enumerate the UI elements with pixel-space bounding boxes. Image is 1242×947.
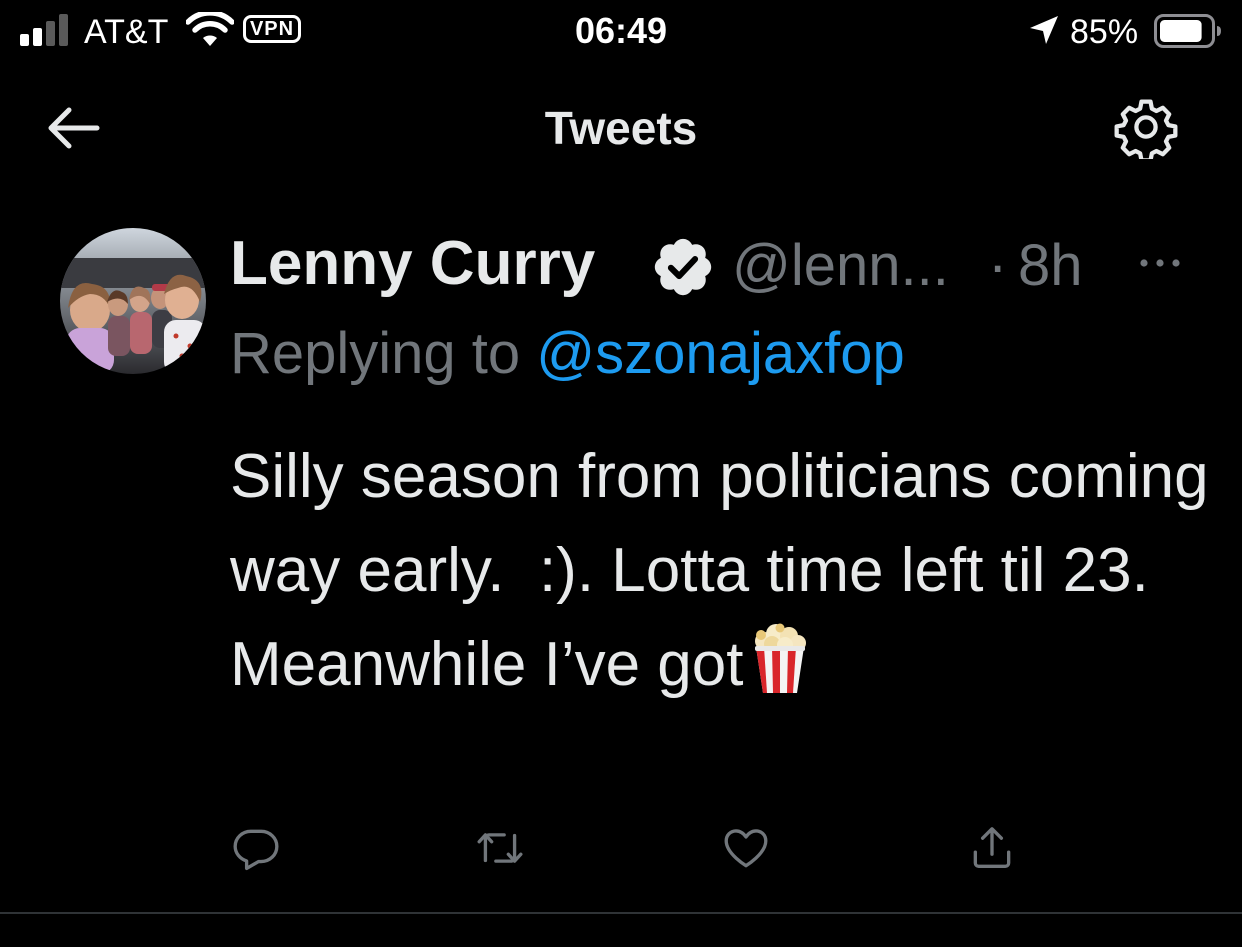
vpn-badge: VPN bbox=[243, 15, 301, 43]
gear-icon bbox=[1114, 99, 1178, 159]
reply-icon bbox=[233, 829, 279, 871]
tweet-header: Lenny Curry @lenn... · 8h bbox=[230, 224, 1220, 304]
ellipsis-icon bbox=[1140, 259, 1180, 267]
location-arrow-icon bbox=[1030, 16, 1058, 44]
share-icon bbox=[973, 827, 1011, 868]
replying-to-label: Replying to bbox=[230, 321, 521, 386]
back-button[interactable] bbox=[36, 96, 110, 160]
page-title: Tweets bbox=[544, 102, 698, 154]
avatar[interactable] bbox=[60, 228, 206, 374]
battery-percent: 85% bbox=[1070, 13, 1139, 51]
retweet-icon bbox=[477, 833, 523, 863]
nav-header: Tweets bbox=[0, 66, 1242, 190]
popcorn-emoji-icon bbox=[754, 623, 806, 693]
status-bar: AT&T VPN 06:49 85% bbox=[0, 0, 1242, 66]
carrier-name: AT&T bbox=[84, 13, 169, 51]
user-handle[interactable]: @lenn... bbox=[732, 230, 949, 302]
reply-button[interactable] bbox=[216, 808, 296, 888]
signal-icon bbox=[20, 14, 68, 46]
replying-to-line: Replying to @szonajaxfop bbox=[230, 318, 905, 390]
profile-photo bbox=[60, 228, 206, 374]
tweet-timestamp[interactable]: 8h bbox=[1018, 230, 1083, 302]
settings-button[interactable] bbox=[1106, 92, 1186, 162]
battery-icon bbox=[1154, 14, 1221, 48]
tweet-text-content: Silly season from politicians coming way… bbox=[230, 442, 1226, 699]
tweet-text: Silly season from politicians coming way… bbox=[230, 430, 1210, 712]
like-button[interactable] bbox=[706, 808, 786, 888]
reply-to-handle-link[interactable]: @szonajaxfop bbox=[536, 321, 904, 386]
verified-badge-icon bbox=[654, 238, 712, 296]
wifi-icon bbox=[186, 12, 234, 46]
tweet[interactable]: Lenny Curry @lenn... · 8h Replying to @s… bbox=[0, 190, 1242, 914]
separator-dot: · bbox=[988, 233, 1008, 298]
share-button[interactable] bbox=[952, 808, 1032, 888]
arrow-left-icon bbox=[48, 107, 100, 149]
tweet-action-bar bbox=[0, 808, 1242, 888]
retweet-button[interactable] bbox=[460, 808, 540, 888]
display-name[interactable]: Lenny Curry bbox=[230, 228, 595, 300]
more-options-button[interactable] bbox=[1130, 238, 1190, 288]
status-time: 06:49 bbox=[574, 10, 668, 51]
divider bbox=[0, 912, 1242, 914]
battery-level-fill bbox=[1160, 20, 1202, 42]
like-icon bbox=[724, 829, 768, 868]
